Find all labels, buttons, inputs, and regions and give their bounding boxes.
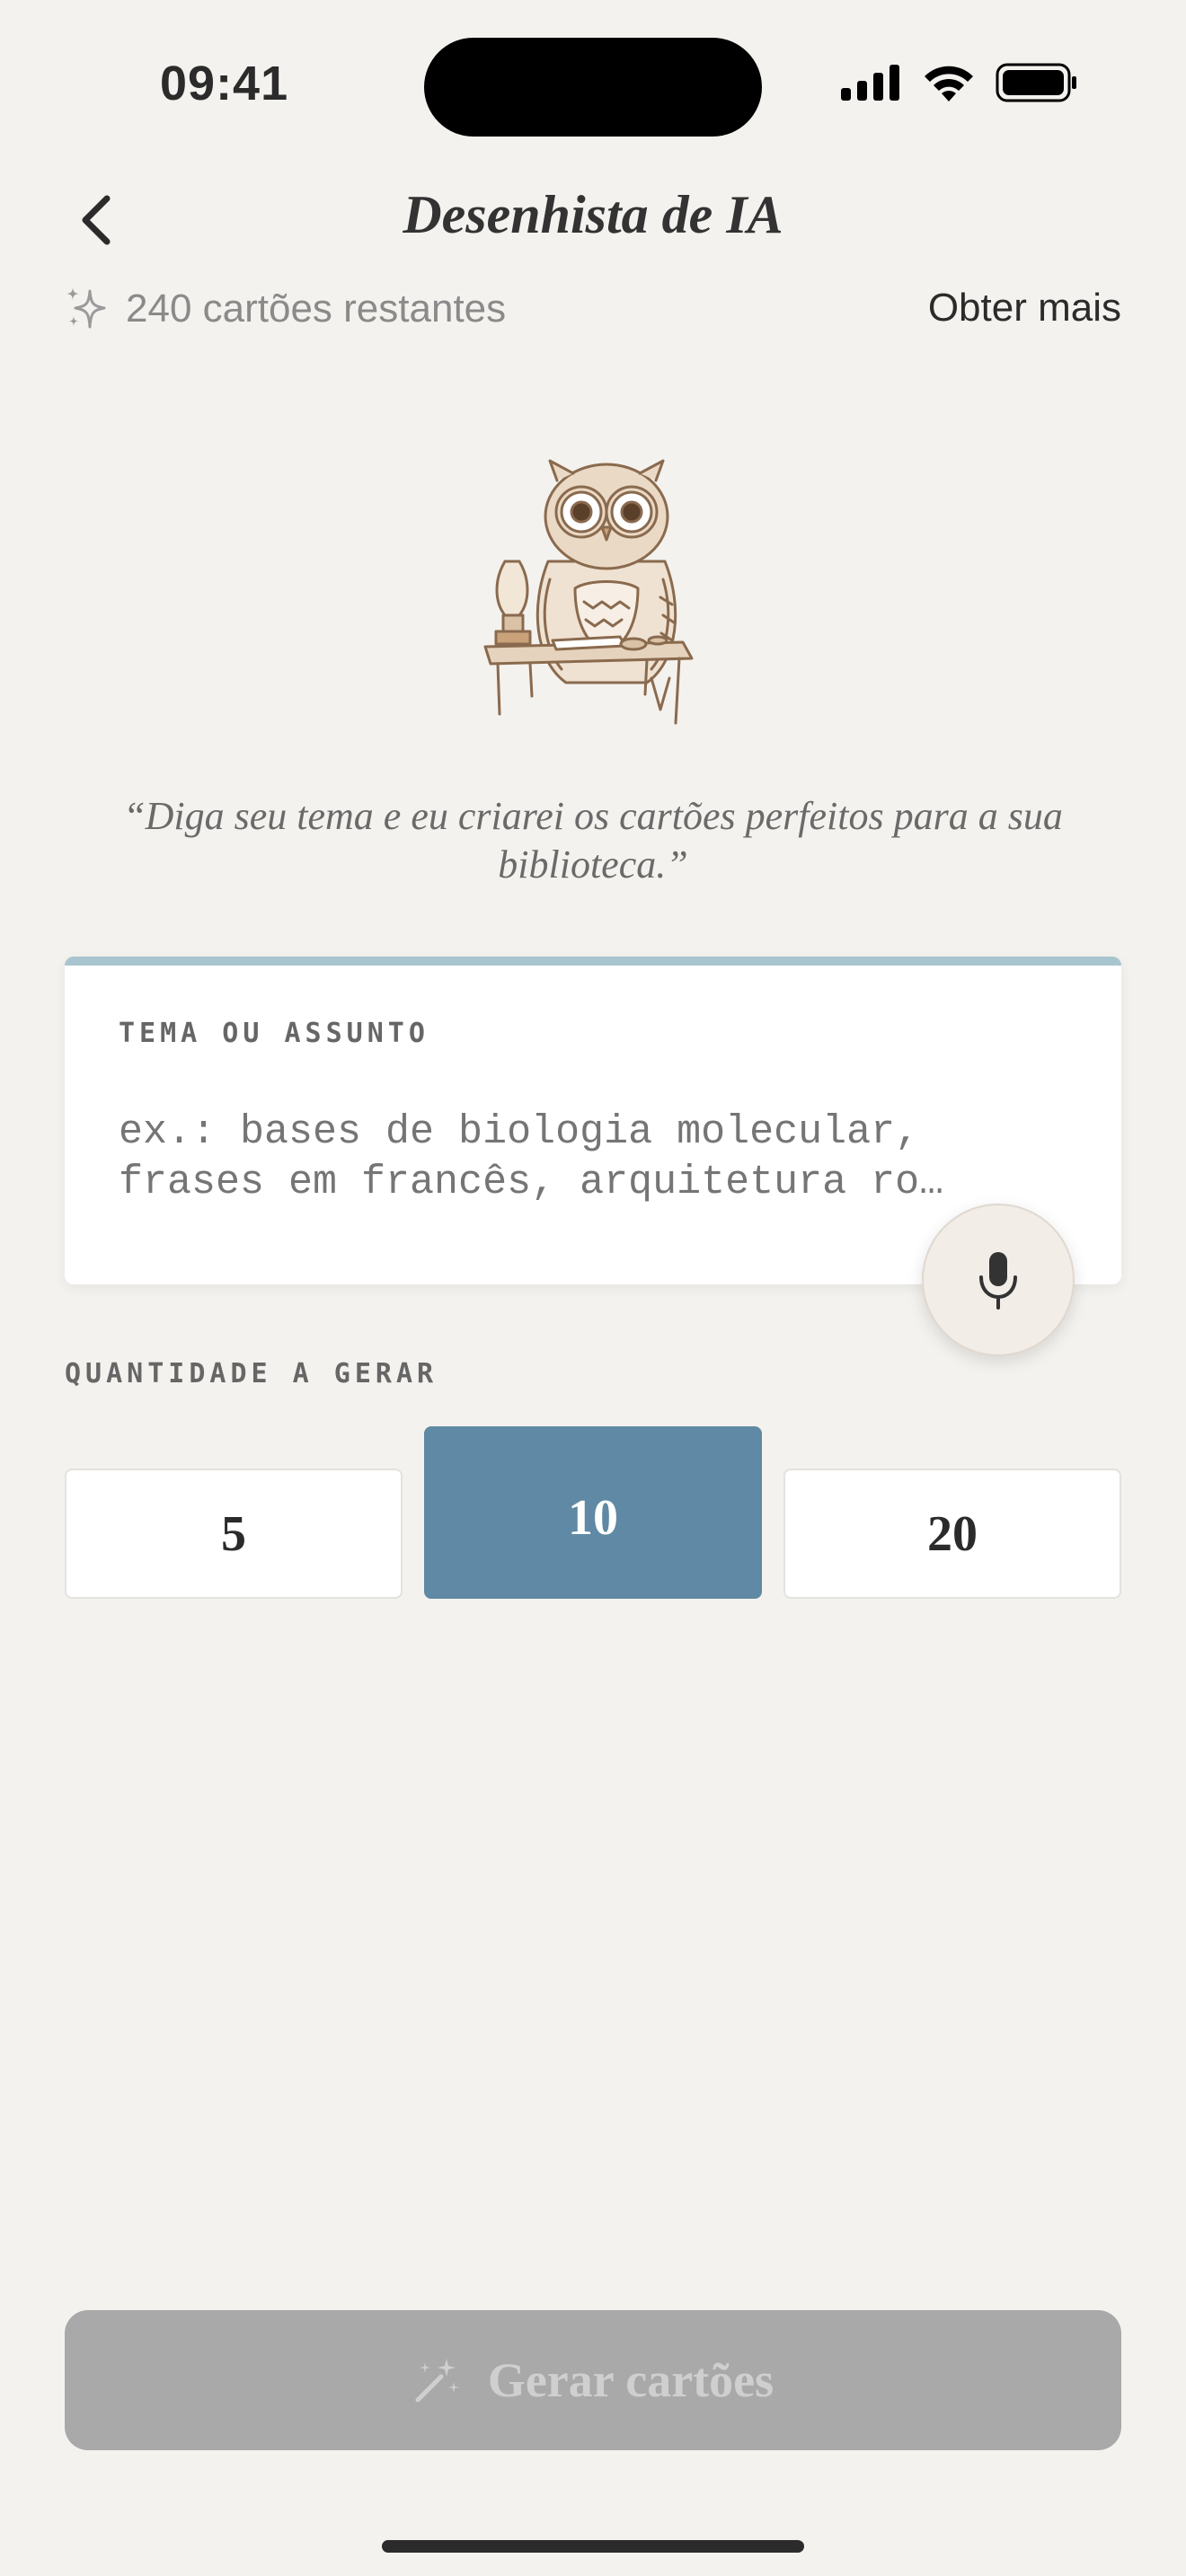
magic-wand-icon bbox=[415, 2359, 459, 2403]
page-title: Desenhista de IA bbox=[403, 185, 783, 244]
topic-input[interactable] bbox=[119, 1107, 1071, 1224]
topic-label: TEMA OU ASSUNTO bbox=[119, 1018, 429, 1049]
quantity-option-20[interactable]: 20 bbox=[783, 1469, 1121, 1599]
sparkle-icon bbox=[66, 287, 106, 329]
get-more-link[interactable]: Obter mais bbox=[928, 286, 1121, 331]
signal-icon bbox=[841, 65, 899, 101]
quantity-option-10-selected[interactable]: 10 bbox=[424, 1426, 762, 1599]
credits-remaining: 240 cartões restantes bbox=[65, 286, 506, 332]
generate-cards-button[interactable]: Gerar cartões bbox=[65, 2310, 1121, 2450]
owl-quote: “Diga seu tema e eu criarei os cartões p… bbox=[123, 794, 1063, 887]
owl-illustration bbox=[483, 459, 694, 725]
quantity-option-5[interactable]: 5 bbox=[65, 1469, 403, 1599]
microphone-icon bbox=[979, 1252, 1017, 1310]
dynamic-island bbox=[424, 38, 762, 137]
quantity-label: QUANTIDADE A GERAR bbox=[65, 1358, 438, 1389]
generate-cards-label: Gerar cartões bbox=[487, 2353, 774, 2407]
credits-text: 240 cartões restantes bbox=[126, 287, 507, 331]
wifi-icon bbox=[925, 66, 973, 101]
microphone-button[interactable] bbox=[922, 1204, 1075, 1356]
battery-icon bbox=[996, 63, 1076, 102]
status-time: 09:41 bbox=[160, 57, 289, 110]
status-icons bbox=[841, 63, 1078, 102]
home-indicator[interactable] bbox=[382, 2540, 804, 2553]
